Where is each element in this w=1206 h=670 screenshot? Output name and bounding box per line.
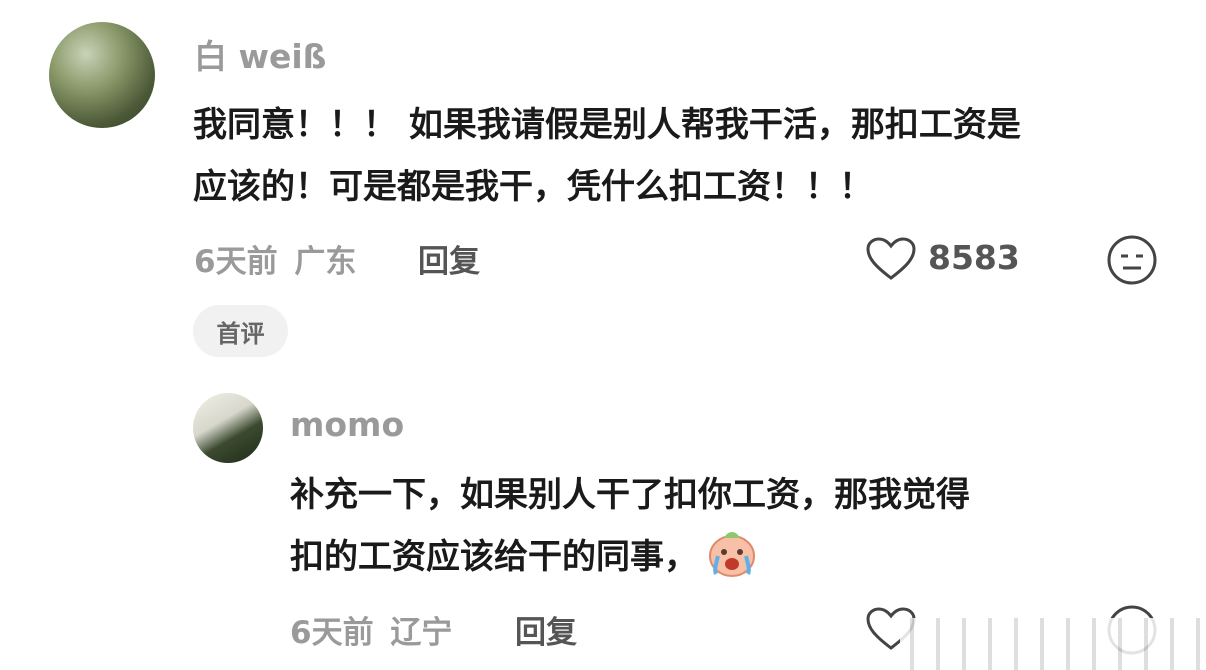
- comment-username[interactable]: momo: [290, 405, 404, 444]
- heart-icon[interactable]: [865, 236, 917, 282]
- comment-time: 6天前: [290, 615, 374, 651]
- comment-location: 辽宁: [390, 615, 453, 651]
- like-count: 8583: [928, 238, 1020, 277]
- comment-text-line: 补充一下，如果别人干了扣你工资，那我觉得: [290, 475, 970, 515]
- neutral-face-icon[interactable]: [1106, 234, 1158, 286]
- comment-text-line: 应该的！可是都是我干，凭什么扣工资！！！: [193, 167, 873, 207]
- avatar[interactable]: [193, 393, 263, 463]
- comment-text: 补充一下，如果别人干了扣你工资，那我觉得 扣的工资应该给干的同事，: [290, 464, 970, 588]
- comment-time: 6天前: [194, 244, 278, 280]
- first-comment-badge: 首评: [193, 305, 288, 357]
- comment-text-segment: 扣的工资应该给干的同事，: [290, 537, 698, 577]
- watermark-overlay: [900, 618, 1200, 670]
- reply-button[interactable]: 回复: [515, 607, 577, 652]
- crying-peach-emoji: [706, 528, 758, 578]
- reply-button[interactable]: 回复: [418, 236, 480, 281]
- comment-meta: 6天前 辽宁: [290, 607, 452, 652]
- comment-meta: 6天前 广东: [194, 236, 356, 281]
- comment-text-line: 扣的工资应该给干的同事，: [290, 526, 970, 588]
- comment-location: 广东: [294, 244, 357, 280]
- comment-username[interactable]: 白 weiß: [194, 30, 326, 78]
- comment-text-line: 我同意！！！ 如果我请假是别人帮我干活，那扣工资是: [193, 105, 1021, 145]
- comment-text: 我同意！！！ 如果我请假是别人帮我干活，那扣工资是 应该的！可是都是我干，凭什么…: [193, 94, 1021, 218]
- avatar[interactable]: [49, 22, 155, 128]
